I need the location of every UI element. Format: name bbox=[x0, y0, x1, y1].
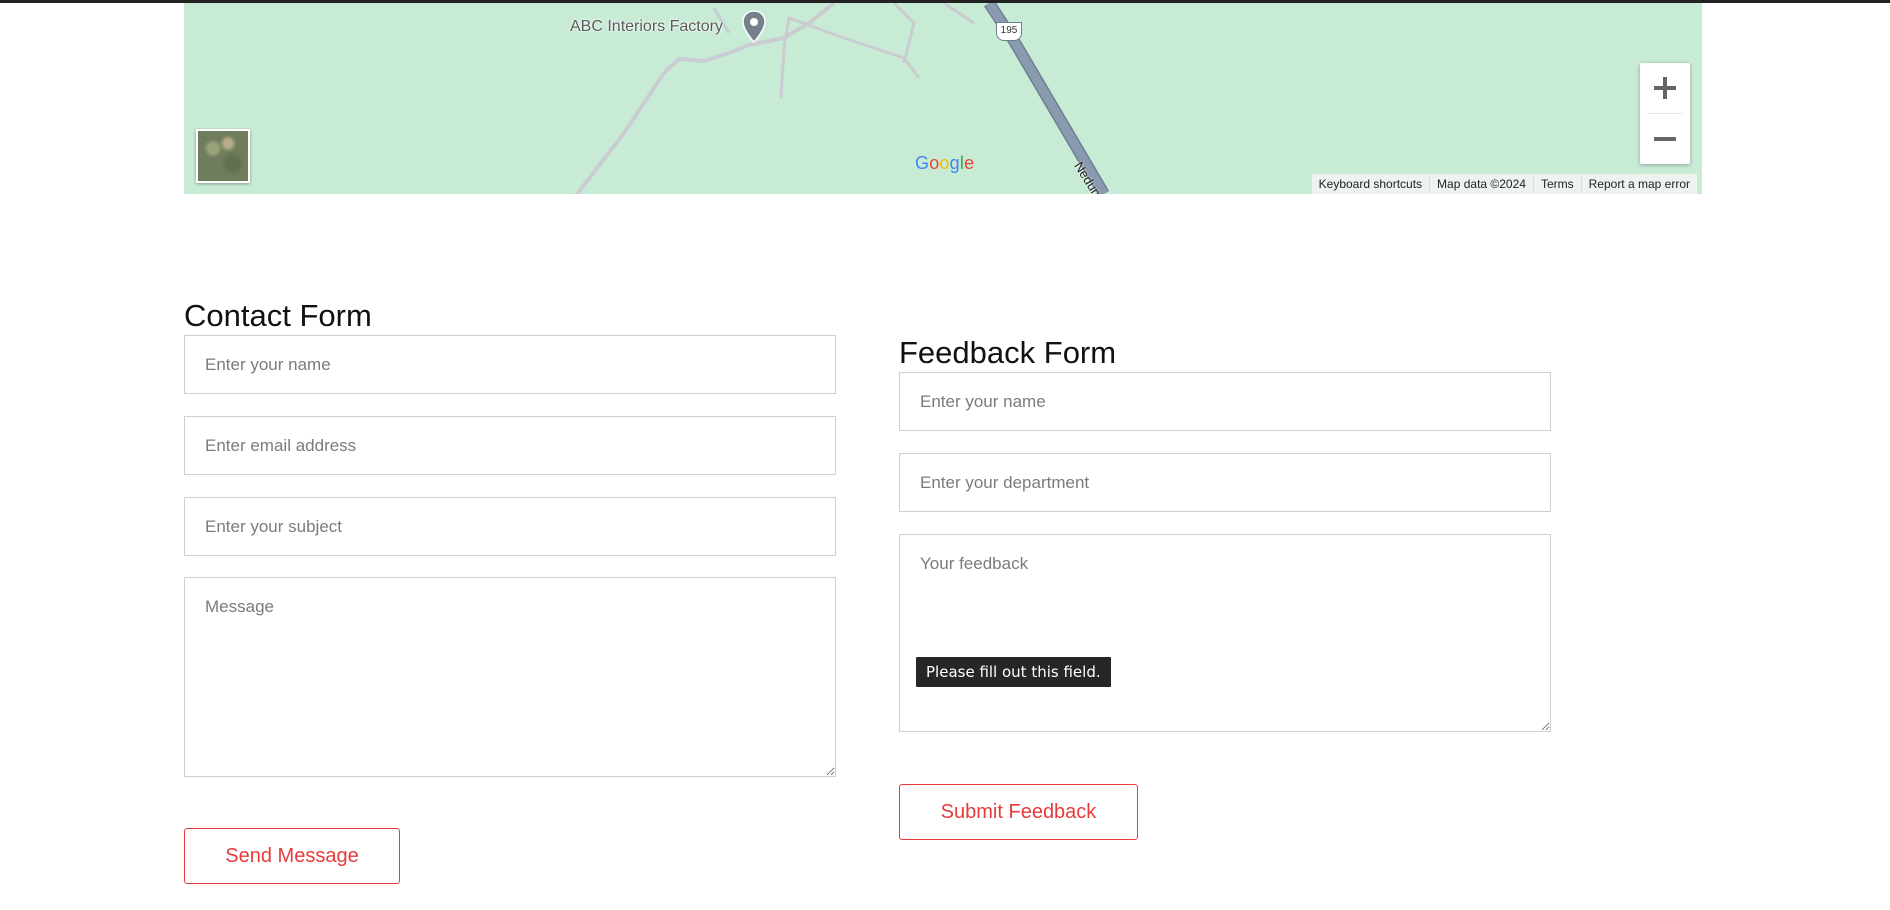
minus-icon bbox=[1654, 137, 1676, 141]
report-map-error-link[interactable]: Report a map error bbox=[1580, 174, 1697, 194]
zoom-out-button[interactable] bbox=[1640, 114, 1690, 164]
feedback-department-input[interactable] bbox=[899, 453, 1551, 512]
map-data-text: Map data ©2024 bbox=[1429, 174, 1533, 194]
zoom-in-button[interactable] bbox=[1640, 63, 1690, 113]
map-embed[interactable]: ABC Interiors Factory 195 Nedung Google … bbox=[184, 3, 1702, 194]
contact-subject-input[interactable] bbox=[184, 497, 836, 556]
keyboard-shortcuts-link[interactable]: Keyboard shortcuts bbox=[1312, 174, 1429, 194]
contact-email-input[interactable] bbox=[184, 416, 836, 475]
terms-link[interactable]: Terms bbox=[1532, 174, 1581, 194]
feedback-name-input[interactable] bbox=[899, 372, 1551, 431]
send-message-button[interactable]: Send Message bbox=[184, 828, 400, 884]
map-place-label[interactable]: ABC Interiors Factory bbox=[570, 18, 723, 36]
contact-message-textarea[interactable] bbox=[184, 577, 836, 777]
feedback-form-title: Feedback Form bbox=[899, 335, 1117, 370]
map-attribution: Keyboard shortcuts Map data ©2024 Terms … bbox=[1311, 174, 1697, 194]
zoom-control bbox=[1640, 63, 1690, 164]
submit-feedback-button[interactable]: Submit Feedback bbox=[899, 784, 1138, 840]
google-logo: Google bbox=[915, 153, 975, 173]
satellite-toggle-button[interactable] bbox=[196, 129, 250, 183]
feedback-textarea[interactable] bbox=[899, 534, 1551, 732]
route-shield: 195 bbox=[996, 22, 1022, 41]
map-pin-icon[interactable] bbox=[740, 9, 768, 45]
validation-tooltip: Please fill out this field. bbox=[916, 657, 1111, 687]
contact-name-input[interactable] bbox=[184, 335, 836, 394]
contact-form-title: Contact Form bbox=[184, 298, 372, 333]
plus-icon bbox=[1654, 77, 1676, 99]
